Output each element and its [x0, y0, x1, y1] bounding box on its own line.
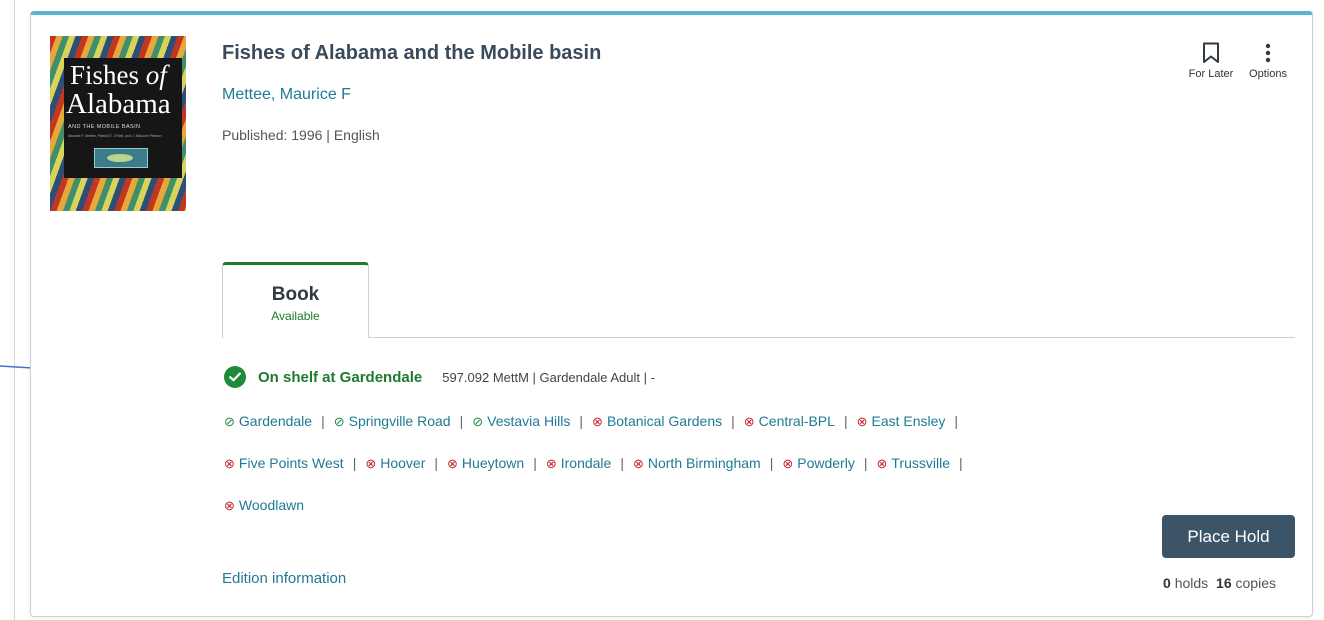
x-circle-icon: ⊗	[365, 455, 377, 471]
location-separator: |	[620, 455, 624, 471]
x-circle-icon: ⊗	[447, 455, 458, 471]
for-later-label: For Later	[1188, 68, 1234, 80]
x-circle-icon: ⊗	[856, 413, 868, 429]
tab-book-label: Book	[271, 284, 320, 305]
location-link-powderly[interactable]: ⊗ Powderly	[782, 455, 855, 471]
check-circle-outline-icon: ⊘	[224, 413, 235, 429]
record-title[interactable]: Fishes of Alabama and the Mobile basin	[222, 42, 601, 65]
location-separator: |	[863, 455, 868, 471]
location-separator: |	[769, 455, 774, 471]
location-link-five-points-west[interactable]: ⊗ Five Points West	[224, 455, 344, 471]
locations-line-1: ⊘ Gardendale | ⊘ Springville Road | ⊘ Vesta…	[224, 413, 967, 429]
location-separator: |	[321, 413, 325, 429]
location-link-east-ensley[interactable]: ⊗ East Ensley	[857, 413, 946, 429]
availability-status-row: On shelf at Gardendale 597.092 MettM | G…	[224, 366, 655, 388]
options-label: Options	[1249, 68, 1287, 80]
location-link-trussville[interactable]: ⊗ Trussville	[876, 455, 950, 471]
record-published-info: Published: 1996 | English	[222, 127, 380, 143]
cover-subtitle: AND THE MOBILE BASIN	[68, 124, 141, 130]
x-circle-icon: ⊗	[592, 413, 603, 429]
check-circle-icon	[224, 366, 246, 388]
location-link-central-bpl[interactable]: ⊗ Central-BPL	[744, 413, 835, 429]
format-tabs-divider	[222, 337, 1295, 338]
location-separator: |	[579, 413, 584, 429]
x-circle-icon: ⊗	[743, 413, 755, 429]
location-separator: |	[533, 455, 537, 471]
tab-book[interactable]: Book Available	[222, 262, 369, 338]
x-circle-icon: ⊗	[876, 455, 888, 471]
cover-title-line2: Alabama	[66, 88, 171, 120]
cover-authors: Maurice F. Mettee, Patrick E. O'Neil, an…	[68, 134, 162, 138]
holds-copies-summary: 0 holds 16 copies	[1163, 575, 1276, 591]
location-link-springville-road[interactable]: ⊘ Springville Road	[334, 413, 451, 429]
call-number-info: 597.092 MettM | Gardendale Adult | -	[442, 369, 655, 385]
location-separator: |	[434, 455, 439, 471]
check-circle-outline-icon: ⊘	[472, 413, 484, 429]
tab-book-status: Available	[271, 309, 320, 323]
holds-label: holds	[1174, 575, 1209, 591]
x-circle-icon: ⊗	[632, 455, 644, 471]
record-author-link[interactable]: Mettee, Maurice F	[222, 86, 351, 104]
location-separator: |	[352, 455, 357, 471]
cover-fish-image	[94, 148, 148, 168]
location-link-vestavia-hills[interactable]: ⊘ Vestavia Hills	[472, 413, 570, 429]
cover-title-line1: Fishes of	[70, 60, 167, 90]
x-circle-icon: ⊗	[782, 455, 794, 471]
options-button[interactable]: Options	[1240, 42, 1296, 80]
location-link-gardendale[interactable]: ⊘ Gardendale	[224, 413, 312, 429]
location-link-north-birmingham[interactable]: ⊗ North Birmingham	[633, 455, 761, 471]
location-separator: |	[843, 413, 848, 429]
for-later-button[interactable]: For Later	[1186, 42, 1236, 80]
bookmark-icon	[1203, 42, 1219, 63]
location-link-irondale[interactable]: ⊗ Irondale	[546, 455, 612, 471]
check-circle-outline-icon: ⊘	[333, 413, 345, 429]
x-circle-icon: ⊗	[224, 455, 235, 471]
locations-line-3: ⊗ Woodlawn	[224, 497, 304, 513]
location-separator: |	[731, 413, 735, 429]
location-link-botanical-gardens[interactable]: ⊗ Botanical Gardens	[592, 413, 722, 429]
place-hold-button[interactable]: Place Hold	[1162, 515, 1295, 558]
location-link-woodlawn[interactable]: ⊗ Woodlawn	[224, 497, 304, 513]
location-link-hoover[interactable]: ⊗ Hoover	[365, 455, 425, 471]
x-circle-icon: ⊗	[545, 455, 557, 471]
availability-status-text: On shelf at Gardendale	[258, 368, 423, 386]
vertical-dots-icon	[1265, 43, 1271, 63]
location-separator: |	[954, 413, 959, 429]
copies-count: 16	[1216, 575, 1232, 591]
book-cover[interactable]: Fishes of Alabama AND THE MOBILE BASIN M…	[50, 36, 186, 211]
location-separator: |	[959, 455, 963, 471]
location-link-hueytown[interactable]: ⊗ Hueytown	[447, 455, 524, 471]
locations-line-2: ⊗ Five Points West | ⊗ Hoover | ⊗ Hueytown …	[224, 455, 972, 471]
holds-count: 0	[1163, 575, 1171, 591]
copies-label: copies	[1235, 575, 1276, 591]
location-separator: |	[459, 413, 464, 429]
edition-information-link[interactable]: Edition information	[222, 570, 346, 587]
x-circle-icon: ⊗	[224, 497, 235, 513]
